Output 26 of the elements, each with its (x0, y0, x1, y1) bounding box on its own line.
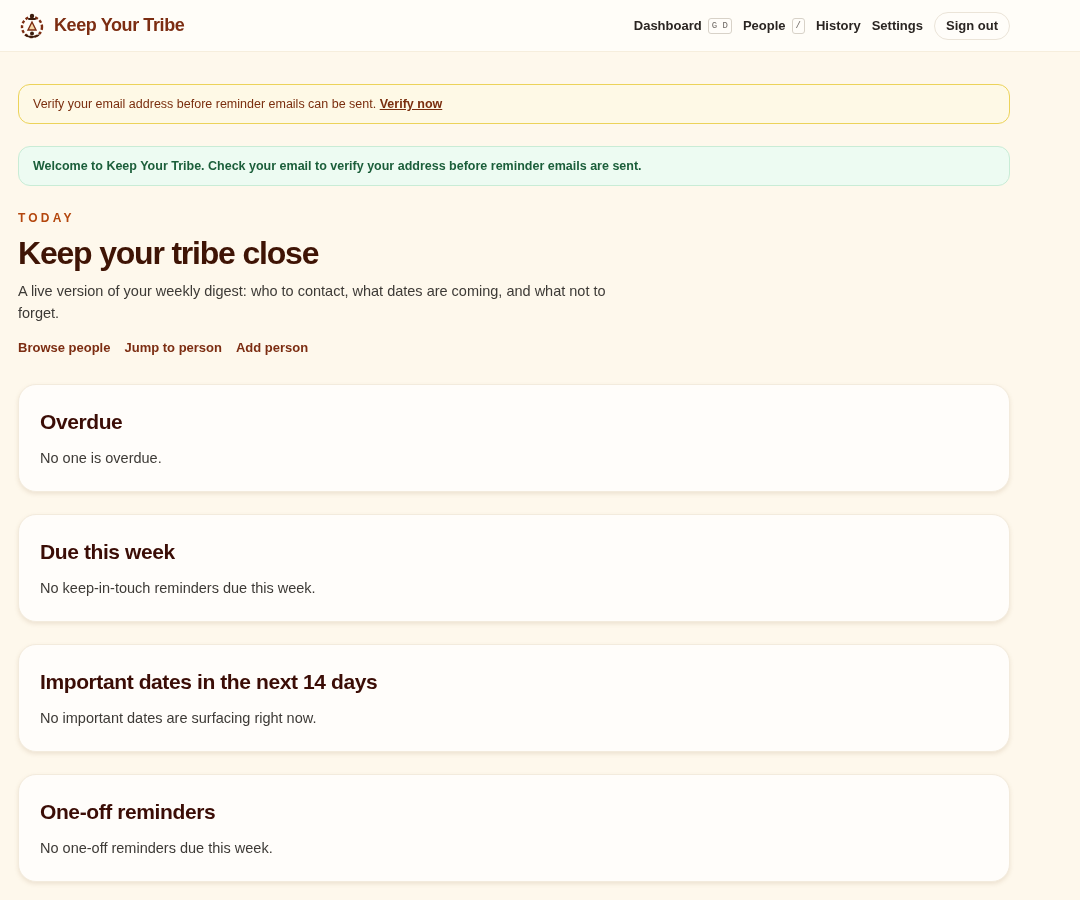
nav-link[interactable]: Dashboard (633, 16, 702, 35)
sign-out-button[interactable]: Sign out (934, 11, 1010, 40)
section-title: Important dates in the next 14 days (40, 669, 379, 695)
verify-link[interactable]: Verify now (379, 97, 443, 111)
nav-link[interactable]: People (742, 16, 786, 35)
empty-state-text: No one is overdue. (40, 449, 163, 468)
empty-state-text: No keep-in-touch reminders due this week. (40, 579, 317, 598)
nav-link[interactable]: History (815, 16, 861, 35)
logo-icon (19, 12, 45, 39)
brand-name[interactable]: Keep Your Tribe (54, 12, 185, 39)
banner-message: Verify your email address before reminder emails can be sent. Verify now (33, 96, 443, 113)
action-link[interactable]: Jump to person (124, 339, 222, 357)
nav-link[interactable]: Settings (871, 16, 923, 35)
banner-message: Welcome to Keep Your Tribe. Check your email to verify your address before reminder emails are sent. (33, 158, 642, 175)
page-description: A live version of your weekly digest: who to contact, what dates are coming, and what not to forget. (18, 282, 607, 323)
shortcut-key: G D (707, 17, 732, 34)
empty-state-text: No important dates are surfacing right now. (40, 709, 318, 728)
action-link[interactable]: Browse people (18, 339, 111, 357)
section-title: Due this week (40, 539, 176, 565)
shortcut-key: / (791, 17, 805, 34)
section-title: Overdue (40, 409, 124, 435)
section-title: One-off reminders (40, 799, 217, 825)
page-title: Keep your tribe close (18, 234, 320, 272)
empty-state-text: No one-off reminders due this week. (40, 839, 274, 858)
action-link[interactable]: Add person (236, 339, 309, 357)
eyebrow-label: TODAY (18, 210, 76, 226)
